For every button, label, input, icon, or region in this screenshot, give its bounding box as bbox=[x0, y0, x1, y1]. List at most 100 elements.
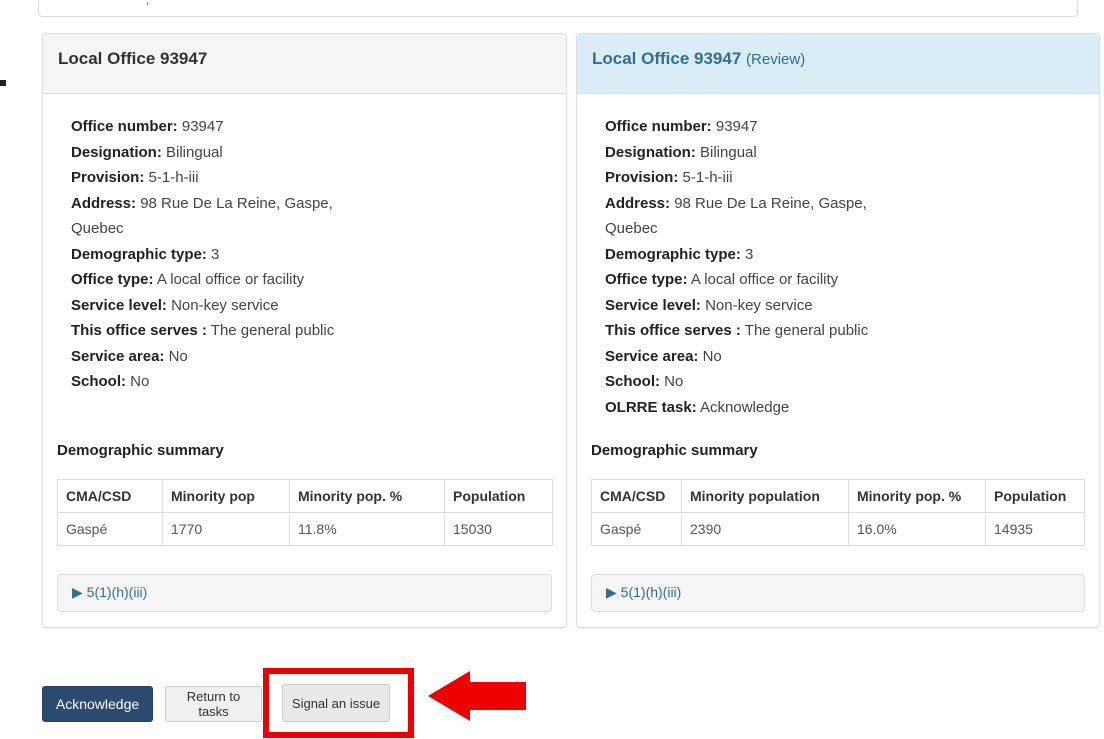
detail-label: Service level: bbox=[605, 296, 701, 314]
detail-label: Office type: bbox=[605, 271, 688, 288]
demographic-summary-title: Demographic summary bbox=[57, 442, 224, 459]
detail-value: No bbox=[698, 347, 722, 365]
panel-title: Local Office 93947 bbox=[58, 49, 208, 68]
detail-value: 3 bbox=[740, 245, 754, 263]
col-header-population: Population bbox=[444, 479, 553, 513]
detail-value: 3 bbox=[206, 245, 220, 263]
detail-label: Service level: bbox=[71, 296, 167, 314]
detail-row: Office number: 93947 bbox=[605, 114, 875, 140]
detail-row: Address: 98 Rue De La Reine, Gaspe, Queb… bbox=[605, 191, 875, 242]
detail-row: Service area: No bbox=[605, 344, 875, 370]
detail-value: No bbox=[126, 373, 150, 390]
detail-label: Address: bbox=[605, 194, 671, 212]
table-row: Gaspé 2390 16.0% 14935 bbox=[591, 512, 1085, 546]
detail-value: 5-1-h-iii bbox=[144, 169, 199, 186]
demographic-table: CMA/CSD Minority pop Minority pop. % Pop… bbox=[57, 479, 553, 546]
detail-row: Office type: A local office or facility bbox=[71, 267, 341, 293]
detail-label: School: bbox=[605, 373, 660, 390]
col-header-cma-csd: CMA/CSD bbox=[591, 479, 682, 513]
detail-row: Office number: 93947 bbox=[71, 114, 341, 140]
col-header-population: Population bbox=[985, 479, 1085, 513]
table-header-row: CMA/CSD Minority population Minority pop… bbox=[591, 479, 1085, 513]
detail-value: 93947 bbox=[177, 118, 224, 135]
detail-label: Office type: bbox=[71, 271, 154, 288]
triangle-right-icon: ▶ bbox=[72, 584, 83, 600]
detail-row: Service area: No bbox=[71, 344, 341, 370]
cell-cma-csd: Gaspé bbox=[57, 512, 163, 546]
office-panel-review: Local Office 93947 (Review) Office numbe… bbox=[576, 33, 1100, 628]
detail-value: Bilingual bbox=[161, 143, 223, 161]
col-header-minority-pop: Minority population bbox=[681, 479, 849, 513]
detail-row: Designation: Bilingual bbox=[71, 140, 341, 166]
detail-label: Service area: bbox=[71, 347, 165, 365]
detail-value: The general public bbox=[740, 322, 869, 339]
acknowledge-button[interactable]: Acknowledge bbox=[42, 686, 153, 722]
detail-row: Demographic type: 3 bbox=[71, 242, 341, 268]
cell-minority-pct: 16.0% bbox=[848, 512, 986, 546]
col-header-minority-pop: Minority pop bbox=[162, 479, 290, 513]
detail-value: No bbox=[660, 373, 684, 390]
provision-collapse-toggle[interactable]: ▶ 5(1)(h)(iii) bbox=[57, 574, 552, 612]
detail-value: Bilingual bbox=[695, 143, 757, 161]
detail-value: Acknowledge bbox=[696, 398, 790, 416]
detail-label: Provision: bbox=[605, 169, 679, 186]
page-edge-marker bbox=[0, 80, 6, 86]
detail-label: This office serves : bbox=[71, 322, 207, 339]
table-header-row: CMA/CSD Minority pop Minority pop. % Pop… bbox=[57, 479, 553, 513]
detail-row: This office serves : The general public bbox=[71, 318, 341, 344]
detail-value: Non-key service bbox=[166, 296, 279, 314]
detail-label: Office number: bbox=[71, 118, 178, 135]
office-details: Office number: 93947 Designation: Bilingu… bbox=[71, 114, 341, 395]
detail-row: Address: 98 Rue De La Reine, Gaspe, Queb… bbox=[71, 191, 341, 242]
triangle-right-icon: ▶ bbox=[606, 584, 617, 600]
cell-minority-pop: 1770 bbox=[162, 512, 290, 546]
detail-label: School: bbox=[71, 373, 126, 390]
detail-label: Demographic type: bbox=[71, 245, 207, 263]
return-to-tasks-button[interactable]: Return to tasks bbox=[165, 686, 262, 722]
arrow-left-icon bbox=[428, 671, 526, 721]
demographic-summary-title: Demographic summary bbox=[591, 442, 758, 459]
col-header-minority-pct: Minority pop. % bbox=[848, 479, 986, 513]
detail-row: Office type: A local office or facility bbox=[605, 267, 875, 293]
table-row: Gaspé 1770 11.8% 15030 bbox=[57, 512, 553, 546]
annotation-highlight-box bbox=[263, 668, 414, 738]
detail-value: Non-key service bbox=[700, 296, 813, 314]
cell-minority-pct: 11.8% bbox=[289, 512, 445, 546]
cell-population: 15030 bbox=[444, 512, 553, 546]
detail-label: Address: bbox=[71, 194, 137, 212]
panel-title-suffix: (Review) bbox=[746, 51, 806, 68]
detail-row: School: No bbox=[71, 369, 341, 395]
detail-label: This office serves : bbox=[605, 322, 741, 339]
provision-collapse-toggle[interactable]: ▶ 5(1)(h)(iii) bbox=[591, 574, 1085, 612]
detail-row: Provision: 5-1-h-iii bbox=[605, 165, 875, 191]
panel-title: Local Office 93947 bbox=[592, 49, 742, 68]
detail-row: Provision: 5-1-h-iii bbox=[71, 165, 341, 191]
detail-row: Demographic type: 3 bbox=[605, 242, 875, 268]
detail-value: A local office or facility bbox=[153, 271, 305, 288]
detail-value: 93947 bbox=[711, 118, 758, 135]
detail-row: Service level: Non-key service bbox=[605, 293, 875, 319]
detail-value: 5-1-h-iii bbox=[678, 169, 733, 186]
detail-label: Service area: bbox=[605, 347, 699, 365]
detail-label: Office number: bbox=[605, 118, 712, 135]
detail-row: Designation: Bilingual bbox=[605, 140, 875, 166]
panel-heading: Local Office 93947 bbox=[43, 34, 566, 94]
detail-label: Provision: bbox=[71, 169, 145, 186]
demographic-table: CMA/CSD Minority population Minority pop… bbox=[591, 479, 1085, 546]
col-header-cma-csd: CMA/CSD bbox=[57, 479, 163, 513]
detail-row: OLRRE task: Acknowledge bbox=[605, 395, 875, 421]
top-panel-edge bbox=[38, 0, 1078, 17]
collapse-label: 5(1)(h)(iii) bbox=[86, 584, 148, 600]
cell-minority-pop: 2390 bbox=[681, 512, 849, 546]
office-details: Office number: 93947 Designation: Bilingu… bbox=[605, 114, 875, 420]
detail-row: This office serves : The general public bbox=[605, 318, 875, 344]
office-panel-original: Local Office 93947 Office number: 93947 D… bbox=[42, 33, 567, 628]
detail-value: The general public bbox=[206, 322, 335, 339]
detail-value: No bbox=[164, 347, 188, 365]
detail-row: Service level: Non-key service bbox=[71, 293, 341, 319]
detail-value: A local office or facility bbox=[687, 271, 839, 288]
detail-row: School: No bbox=[605, 369, 875, 395]
col-header-minority-pct: Minority pop. % bbox=[289, 479, 445, 513]
detail-label: Designation: bbox=[71, 143, 162, 161]
cell-cma-csd: Gaspé bbox=[591, 512, 682, 546]
